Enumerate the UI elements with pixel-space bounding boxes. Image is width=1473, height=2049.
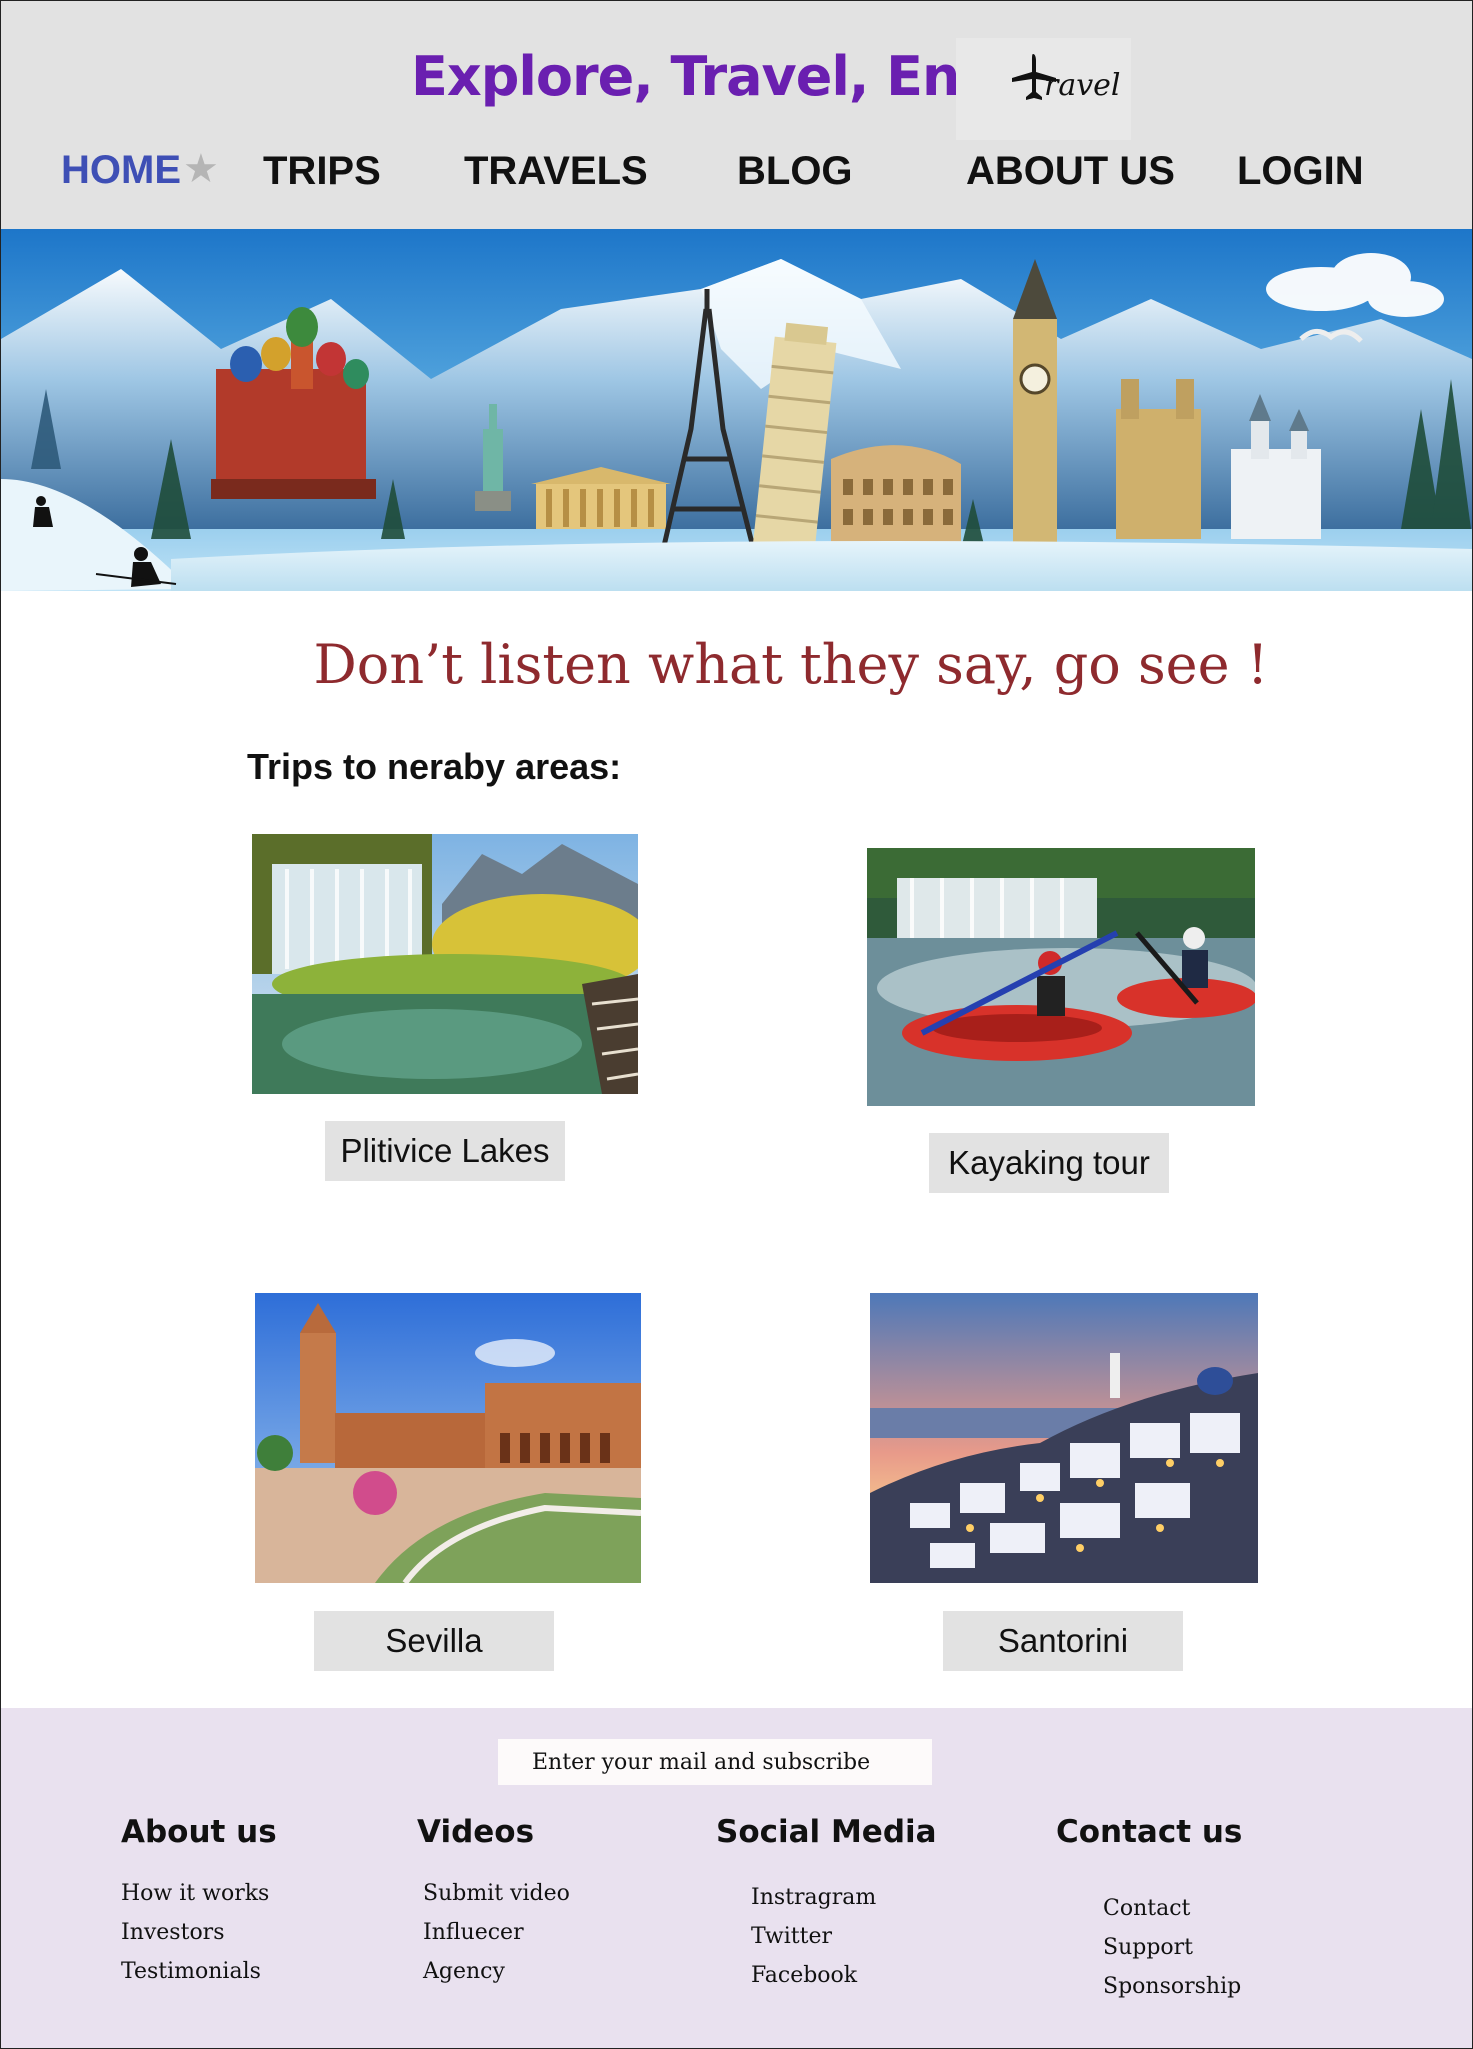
kayaking-image bbox=[867, 848, 1255, 1106]
nav-trips[interactable]: TRIPS bbox=[263, 149, 381, 194]
kayaking-tour-photo[interactable] bbox=[867, 848, 1255, 1106]
footer-heading-social-media: Social Media bbox=[716, 1814, 937, 1850]
footer-heading-videos: Videos bbox=[417, 1814, 535, 1850]
nav-about-us[interactable]: ABOUT US bbox=[966, 149, 1175, 194]
trip-label-santorini[interactable]: Santorini bbox=[943, 1611, 1183, 1671]
footer-link-facebook[interactable]: Facebook bbox=[751, 1963, 857, 1988]
big-ben-icon bbox=[1013, 259, 1057, 559]
section-heading: Trips to neraby areas: bbox=[247, 746, 622, 787]
footer-link-support[interactable]: Support bbox=[1103, 1935, 1193, 1960]
landmarks-collage-image bbox=[1, 229, 1472, 591]
footer-link-instagram[interactable]: Instragram bbox=[751, 1885, 876, 1910]
nav-blog[interactable]: BLOG bbox=[737, 149, 853, 194]
trip-label-kayaking-tour[interactable]: Kayaking tour bbox=[929, 1133, 1169, 1193]
plaza-de-espana-image bbox=[255, 1293, 641, 1583]
nav-home[interactable]: HOME bbox=[61, 148, 181, 193]
trip-label-sevilla[interactable]: Sevilla bbox=[314, 1611, 554, 1671]
nav-login[interactable]: LOGIN bbox=[1237, 149, 1364, 194]
footer-link-investors[interactable]: Investors bbox=[121, 1920, 225, 1945]
star-icon: ★ bbox=[183, 147, 219, 191]
trip-label-plitvice-lakes[interactable]: Plitivice Lakes bbox=[325, 1121, 565, 1181]
hero-banner bbox=[1, 229, 1472, 591]
footer-link-how-it-works[interactable]: How it works bbox=[121, 1881, 269, 1906]
nav-travels[interactable]: TRAVELS bbox=[464, 149, 648, 194]
santorini-image bbox=[870, 1293, 1258, 1583]
footer-link-submit-video[interactable]: Submit video bbox=[423, 1881, 570, 1906]
travel-logo[interactable]: ravel bbox=[956, 38, 1131, 140]
site-header: Explore, Travel, Enjoy ravel HOME ★ TRIP… bbox=[1, 1, 1472, 229]
colosseum-icon bbox=[831, 445, 961, 549]
plitvice-lakes-photo[interactable] bbox=[252, 834, 638, 1094]
site-footer: Enter your mail and subscribe About us H… bbox=[1, 1708, 1472, 2048]
footer-heading-contact-us: Contact us bbox=[1056, 1814, 1243, 1850]
page: Explore, Travel, Enjoy ravel HOME ★ TRIP… bbox=[0, 0, 1473, 2049]
footer-link-sponsorship[interactable]: Sponsorship bbox=[1103, 1974, 1241, 1999]
site-title: Explore, Travel, Enjoy bbox=[411, 45, 1048, 108]
santorini-photo[interactable] bbox=[870, 1293, 1258, 1583]
sevilla-photo[interactable] bbox=[255, 1293, 641, 1583]
footer-link-agency[interactable]: Agency bbox=[423, 1959, 505, 1984]
footer-link-influencer[interactable]: Influecer bbox=[423, 1920, 524, 1945]
logo-text: ravel bbox=[1044, 68, 1121, 103]
tagline: Don’t listen what they say, go see ! bbox=[313, 633, 1269, 696]
footer-heading-about-us: About us bbox=[121, 1814, 277, 1850]
subscribe-email-input[interactable]: Enter your mail and subscribe bbox=[498, 1739, 932, 1785]
footer-link-testimonials[interactable]: Testimonials bbox=[121, 1959, 261, 1984]
footer-link-twitter[interactable]: Twitter bbox=[751, 1924, 832, 1949]
footer-link-contact[interactable]: Contact bbox=[1103, 1896, 1190, 1921]
waterfall-image bbox=[252, 834, 638, 1094]
